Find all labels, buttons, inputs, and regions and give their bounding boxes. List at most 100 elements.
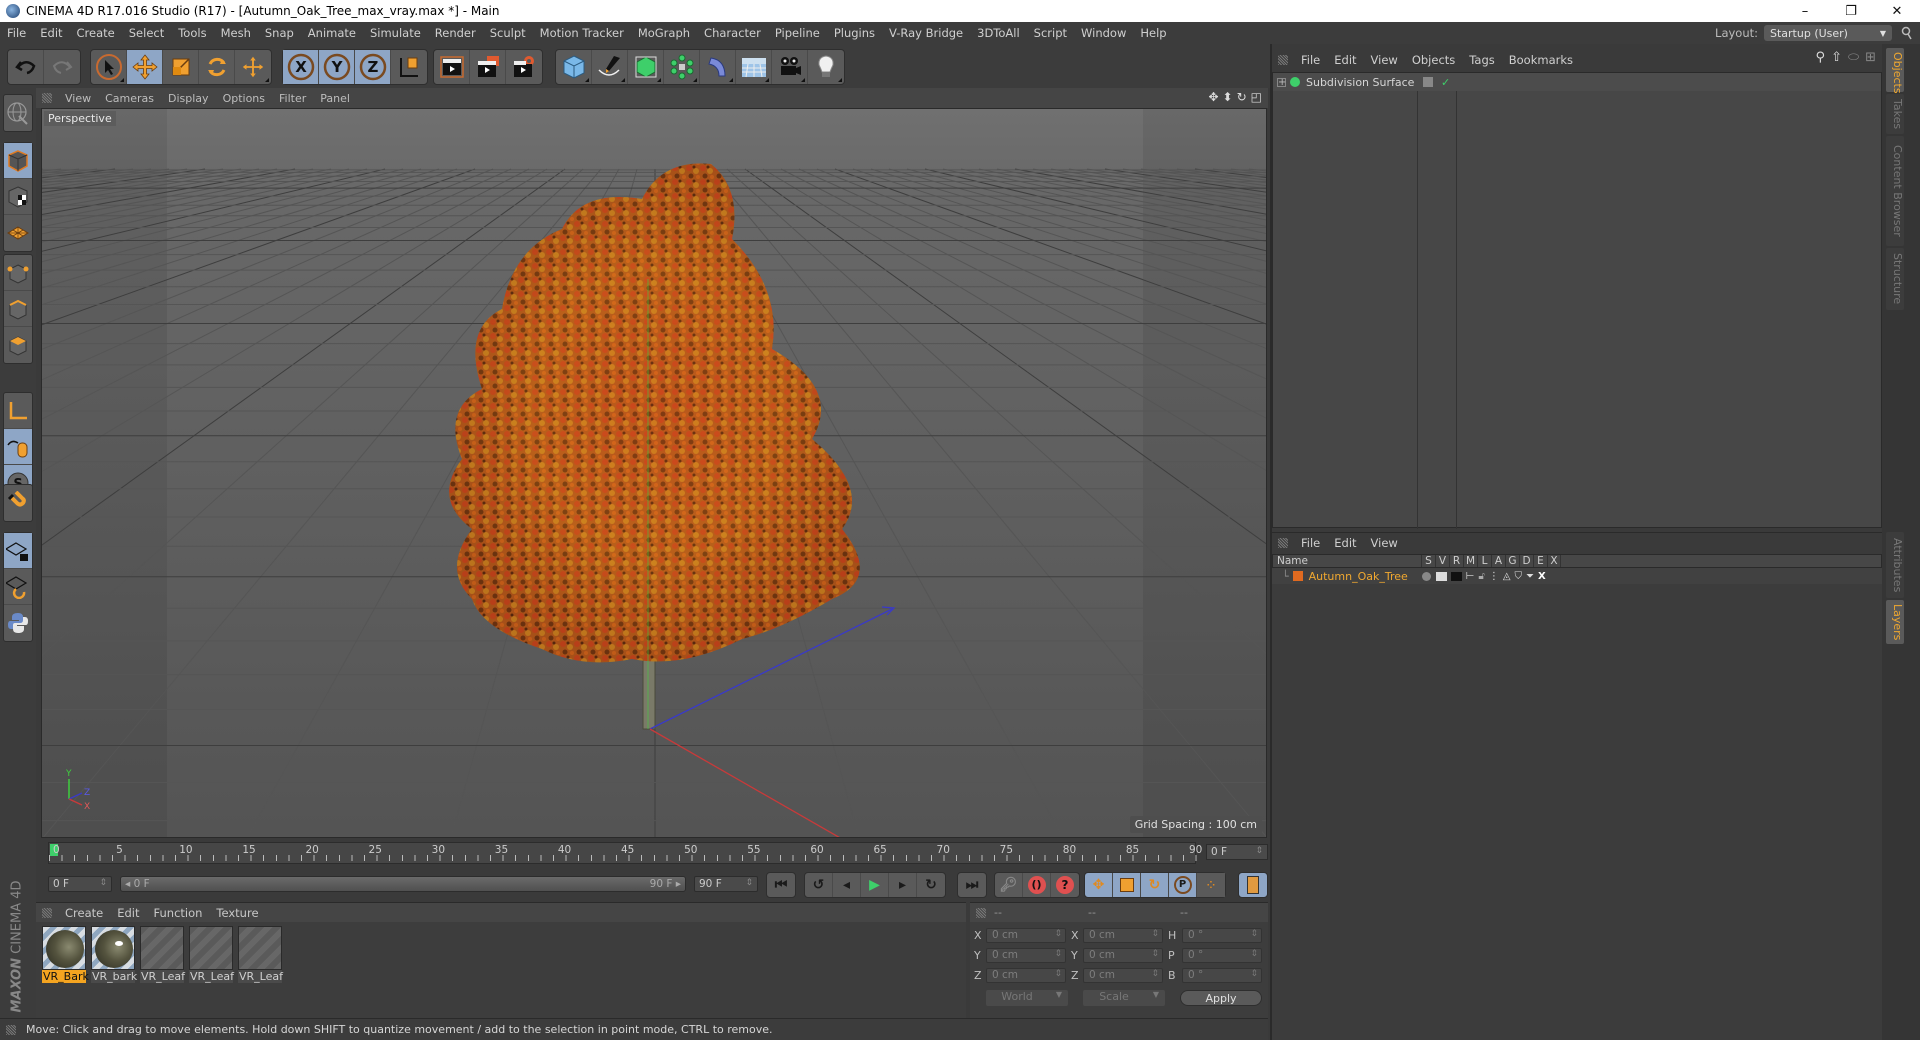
menu-sculpt[interactable]: Sculpt	[483, 26, 533, 40]
menu-create[interactable]: Create	[70, 26, 122, 40]
layer-col-animation[interactable]: A	[1491, 555, 1505, 567]
material-menu-texture[interactable]: Texture	[209, 906, 265, 920]
rotate-button[interactable]	[199, 50, 235, 84]
object-row[interactable]: + Subdivision Surface ✓	[1273, 73, 1881, 91]
size-y-field[interactable]: 0 cm	[1083, 948, 1163, 963]
rotation-p-field[interactable]: 0 °	[1182, 948, 1262, 963]
menu-pipeline[interactable]: Pipeline	[768, 26, 827, 40]
add-deformer-button[interactable]	[700, 50, 736, 84]
menu-vray-bridge[interactable]: V-Ray Bridge	[882, 26, 970, 40]
previous-frame-button[interactable]: ◂	[833, 873, 861, 897]
material-menu-create[interactable]: Create	[58, 906, 110, 920]
material-menu-function[interactable]: Function	[147, 906, 210, 920]
render-picture-viewer-button[interactable]	[470, 50, 506, 84]
object-menu-file[interactable]: File	[1294, 53, 1327, 67]
tab-structure[interactable]: Structure	[1886, 248, 1904, 310]
object-menu-view[interactable]: View	[1364, 53, 1405, 67]
timeline-window-button[interactable]	[1239, 873, 1267, 897]
layer-name[interactable]: Autumn_Oak_Tree	[1309, 570, 1419, 583]
key-rotation-button[interactable]: ↻	[1141, 873, 1169, 897]
menu-script[interactable]: Script	[1027, 26, 1074, 40]
coordinate-system-button[interactable]	[391, 50, 427, 84]
close-button[interactable]: ✕	[1874, 0, 1920, 22]
material-item[interactable]: VR_bark	[91, 926, 137, 983]
tab-attributes[interactable]: Attributes	[1886, 532, 1904, 598]
menu-help[interactable]: Help	[1133, 26, 1173, 40]
key-scale-button[interactable]	[1113, 873, 1141, 897]
add-spline-pen-button[interactable]	[592, 50, 628, 84]
move-extra-button[interactable]	[235, 50, 271, 84]
minimize-button[interactable]: –	[1782, 0, 1828, 22]
viewport-menu-filter[interactable]: Filter	[272, 92, 313, 105]
add-cube-button[interactable]	[556, 50, 592, 84]
axis-mode-button[interactable]	[4, 393, 32, 429]
menu-file[interactable]: File	[0, 26, 33, 40]
solo-toggle-icon[interactable]	[1421, 571, 1431, 581]
material-item[interactable]: VR_Leaf	[238, 926, 283, 983]
new-panel-icon[interactable]: ⊞	[1865, 50, 1876, 65]
workplane-lock-button[interactable]	[4, 533, 32, 569]
maximize-view-icon[interactable]: ◰	[1251, 90, 1262, 104]
menu-character[interactable]: Character	[697, 26, 768, 40]
menu-render[interactable]: Render	[428, 26, 483, 40]
pan-icon[interactable]: ✥	[1208, 90, 1218, 104]
keyframe-selection-button[interactable]: ?	[1051, 873, 1079, 897]
menu-mesh[interactable]: Mesh	[214, 26, 258, 40]
layer-col-expressions[interactable]: E	[1533, 555, 1547, 567]
panel-grip-icon[interactable]	[42, 907, 52, 918]
coordinate-space-dropdown[interactable]: World ▼	[986, 990, 1068, 1006]
timeline-ruler[interactable]: 0 5 10 15 20 25 30 35 40 45 50 55 60 65 70 75 80 85 90	[48, 842, 1202, 864]
y-axis-lock-button[interactable]: Y	[319, 50, 355, 84]
restore-button[interactable]: ❐	[1828, 0, 1874, 22]
animation-toggle-icon[interactable]: ⋮	[1489, 571, 1499, 582]
menu-edit[interactable]: Edit	[33, 26, 69, 40]
visibility-toggle-icon[interactable]	[1423, 77, 1433, 87]
position-y-field[interactable]: 0 cm	[986, 948, 1066, 963]
move-button[interactable]	[127, 50, 163, 84]
menu-3dtoall[interactable]: 3DToAll	[970, 26, 1027, 40]
z-axis-lock-button[interactable]: Z	[355, 50, 391, 84]
add-subdivision-button[interactable]	[628, 50, 664, 84]
rotation-h-field[interactable]: 0 °	[1182, 928, 1262, 943]
play-button[interactable]: ▶	[861, 873, 889, 897]
layer-row[interactable]: └ Autumn_Oak_Tree ⊢ 🔓︎ ⋮ ◬ ⛉ ⏷ X	[1272, 568, 1882, 584]
current-frame-field[interactable]: 0 F ⇕	[1206, 844, 1268, 860]
object-menu-edit[interactable]: Edit	[1327, 53, 1363, 67]
home-icon[interactable]: ⇧	[1831, 50, 1842, 65]
layer-color-swatch[interactable]	[1292, 571, 1303, 581]
model-mode-button[interactable]	[4, 143, 32, 179]
layer-col-deformers[interactable]: D	[1519, 555, 1533, 567]
size-x-field[interactable]: 0 cm	[1083, 928, 1163, 943]
layer-col-solo[interactable]: S	[1421, 555, 1435, 567]
tab-takes[interactable]: Takes	[1886, 94, 1904, 134]
polygons-mode-button[interactable]	[4, 327, 32, 363]
render-toggle-icon[interactable]	[1450, 571, 1462, 581]
3d-viewport[interactable]: Y Z X Perspective Grid Spacing : 100 cm	[41, 108, 1267, 838]
enabled-check-icon[interactable]: ✓	[1441, 76, 1450, 89]
viewport-menu-options[interactable]: Options	[216, 92, 272, 105]
go-to-end-button[interactable]: ⏭	[958, 873, 986, 897]
object-menu-bookmarks[interactable]: Bookmarks	[1502, 53, 1580, 67]
max-time-field[interactable]: 90 F ⇕	[694, 876, 758, 892]
menu-mograph[interactable]: MoGraph	[631, 26, 697, 40]
layer-menu-file[interactable]: File	[1294, 536, 1327, 550]
add-camera-button[interactable]	[772, 50, 808, 84]
manager-toggle-icon[interactable]: ⊢	[1466, 571, 1475, 582]
menu-plugins[interactable]: Plugins	[827, 26, 882, 40]
workplane-align-button[interactable]	[4, 569, 32, 605]
preview-range-slider[interactable]: ◂ 0 F 90 F ▸	[120, 876, 686, 892]
go-to-start-button[interactable]: ⏮	[767, 873, 795, 897]
tab-layers[interactable]: Layers	[1886, 600, 1904, 644]
render-view-button[interactable]	[434, 50, 470, 84]
undo-button[interactable]	[8, 50, 44, 84]
panel-grip-icon[interactable]	[1278, 55, 1288, 65]
object-menu-objects[interactable]: Objects	[1405, 53, 1462, 67]
position-z-field[interactable]: 0 cm	[986, 968, 1066, 983]
search-icon[interactable]: ⚲	[1816, 50, 1826, 65]
next-key-button[interactable]: ↻	[917, 873, 945, 897]
layer-menu-view[interactable]: View	[1364, 536, 1405, 550]
key-pla-button[interactable]: ⁘	[1197, 873, 1225, 897]
snap-button[interactable]	[4, 485, 32, 521]
motion-record-button[interactable]: 🔑︎	[995, 873, 1023, 897]
layer-menu-edit[interactable]: Edit	[1327, 536, 1363, 550]
